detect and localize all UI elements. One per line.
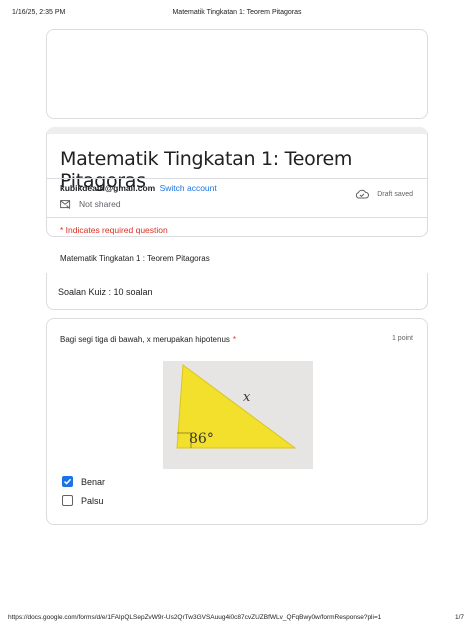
triangle-image: 86° x [163, 361, 313, 469]
divider [47, 178, 427, 179]
question-label: Bagi segi tiga di bawah, x merupakan hip… [60, 335, 230, 344]
switch-account-link[interactable]: Switch account [160, 183, 217, 193]
required-note: * Indicates required question [60, 225, 168, 235]
option-palsu[interactable]: Palsu [62, 495, 104, 506]
question-card: Bagi segi tiga di bawah, x merupakan hip… [46, 318, 428, 525]
hypotenuse-label: x [243, 390, 251, 405]
page-url: https://docs.google.com/forms/d/e/1FAIpQ… [8, 614, 382, 621]
option-label: Palsu [81, 495, 104, 506]
print-page-title: Matematik Tingkatan 1: Teorem Pitagoras [172, 9, 302, 16]
option-label: Benar [81, 476, 106, 487]
divider [47, 217, 427, 218]
question-text: Bagi segi tiga di bawah, x merupakan hip… [60, 335, 236, 344]
form-info-card: Matematik Tingkatan 1: Teorem Pitagoras … [46, 127, 428, 237]
angle-label: 86° [189, 431, 214, 447]
account-line: kubikdeath@gmail.com Switch account [60, 183, 217, 193]
required-asterisk: * [232, 335, 237, 344]
not-shared-status: Not shared [60, 199, 121, 209]
section-title: Matematik Tingkatan 1 : Teorem Pitagoras [60, 254, 210, 263]
checkbox-checked[interactable] [62, 476, 73, 487]
not-shared-icon [60, 199, 71, 209]
question-points: 1 point [391, 335, 413, 342]
draft-saved-status: Draft saved [355, 189, 413, 199]
triangle-figure: 86° x [163, 361, 313, 469]
print-header: 1/16/25, 2:35 PM Matematik Tingkatan 1: … [0, 9, 474, 21]
section-description-card: Soalan Kuiz : 10 soalan [46, 273, 428, 310]
header-banner [46, 29, 428, 119]
print-footer: https://docs.google.com/forms/d/e/1FAIpQ… [0, 614, 474, 626]
checkbox-unchecked[interactable] [62, 495, 73, 506]
check-icon [63, 478, 72, 485]
not-shared-label: Not shared [79, 199, 121, 209]
draft-saved-label: Draft saved [377, 190, 413, 198]
section-description: Soalan Kuiz : 10 soalan [58, 287, 153, 297]
cloud-done-icon [356, 189, 370, 199]
account-email: kubikdeath@gmail.com [60, 183, 156, 193]
option-benar[interactable]: Benar [62, 476, 105, 487]
page-number: 1/7 [454, 614, 464, 621]
